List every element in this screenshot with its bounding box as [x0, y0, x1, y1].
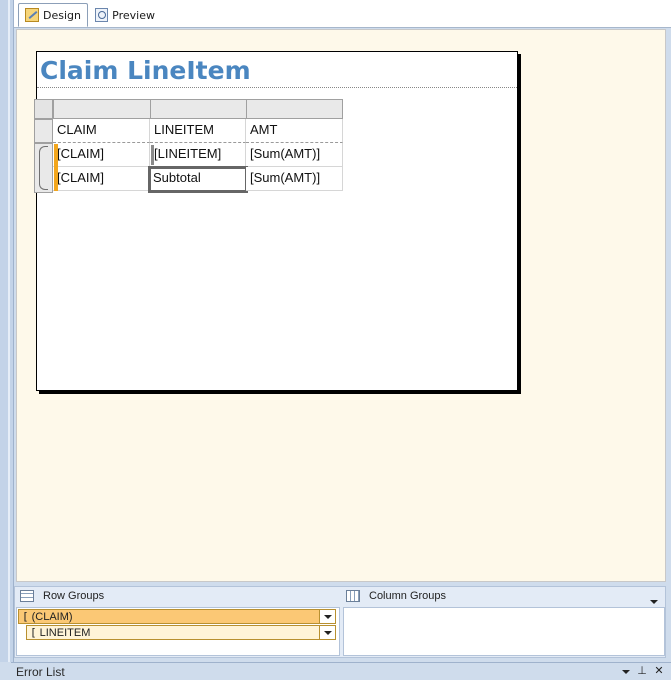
report-header-divider [37, 87, 517, 88]
column-groups-header: Column Groups [346, 586, 662, 606]
row-groups-header: Row Groups [20, 586, 340, 606]
group-bracket-glyph-icon: [ [22, 610, 29, 623]
column-handle-claim[interactable] [53, 99, 151, 119]
subtotal-cell-amt[interactable]: [Sum(AMT)] [246, 167, 343, 191]
row-group-lineitem[interactable]: [ LINEITEM [26, 625, 336, 640]
header-cell-lineitem[interactable]: LINEITEM [150, 119, 246, 143]
row-group-indicator-claim [54, 144, 58, 191]
column-groups-label: Column Groups [369, 590, 447, 602]
header-cell-amt[interactable]: AMT [246, 119, 343, 143]
left-dock-frame [0, 0, 14, 662]
subtotal-cell-claim[interactable]: [CLAIM] [53, 167, 150, 191]
column-groups-list [343, 607, 665, 656]
detail-cell-amt[interactable]: [Sum(AMT)] [246, 143, 343, 167]
row-group-claim[interactable]: [ (CLAIM) [18, 609, 336, 624]
row-groups-label: Row Groups [43, 590, 105, 602]
column-handle-lineitem[interactable] [150, 99, 247, 119]
row-group-lineitem-label: LINEITEM [39, 626, 91, 639]
row-groups-icon [20, 590, 34, 602]
tab-design[interactable]: Design [18, 3, 88, 27]
error-list-title: Error List [16, 664, 65, 679]
preview-icon [95, 8, 109, 22]
group-bracket-glyph-icon: [ [30, 626, 37, 639]
tab-preview[interactable]: Preview [89, 3, 161, 27]
pin-icon[interactable]: ⊥ [635, 664, 649, 678]
row-group-claim-label: (CLAIM) [31, 610, 73, 623]
design-icon [25, 8, 39, 22]
column-handle-amt[interactable] [246, 99, 343, 119]
tab-design-label: Design [43, 8, 81, 22]
group-bracket-icon [39, 146, 48, 190]
row-handle-header[interactable] [34, 119, 53, 143]
subtotal-cell-lineitem[interactable]: Subtotal [148, 166, 248, 193]
row-group-claim-dropdown-icon[interactable] [319, 610, 335, 623]
row-group-indicator-lineitem [151, 145, 154, 165]
header-cell-claim[interactable]: CLAIM [53, 119, 150, 143]
close-icon[interactable]: ✕ [652, 664, 666, 678]
tab-preview-label: Preview [112, 8, 155, 22]
row-group-lineitem-dropdown-icon[interactable] [319, 626, 335, 639]
detail-cell-lineitem[interactable]: [LINEITEM] [150, 143, 246, 167]
error-list-bar[interactable]: Error List [11, 662, 671, 680]
report-title[interactable]: Claim LineItem [40, 56, 251, 85]
detail-cell-claim[interactable]: [CLAIM] [53, 143, 150, 167]
column-groups-icon [346, 590, 360, 602]
tablix-corner-handle[interactable] [34, 99, 53, 119]
groups-menu-chevron-icon[interactable] [650, 594, 658, 607]
window-position-icon[interactable] [619, 664, 633, 678]
